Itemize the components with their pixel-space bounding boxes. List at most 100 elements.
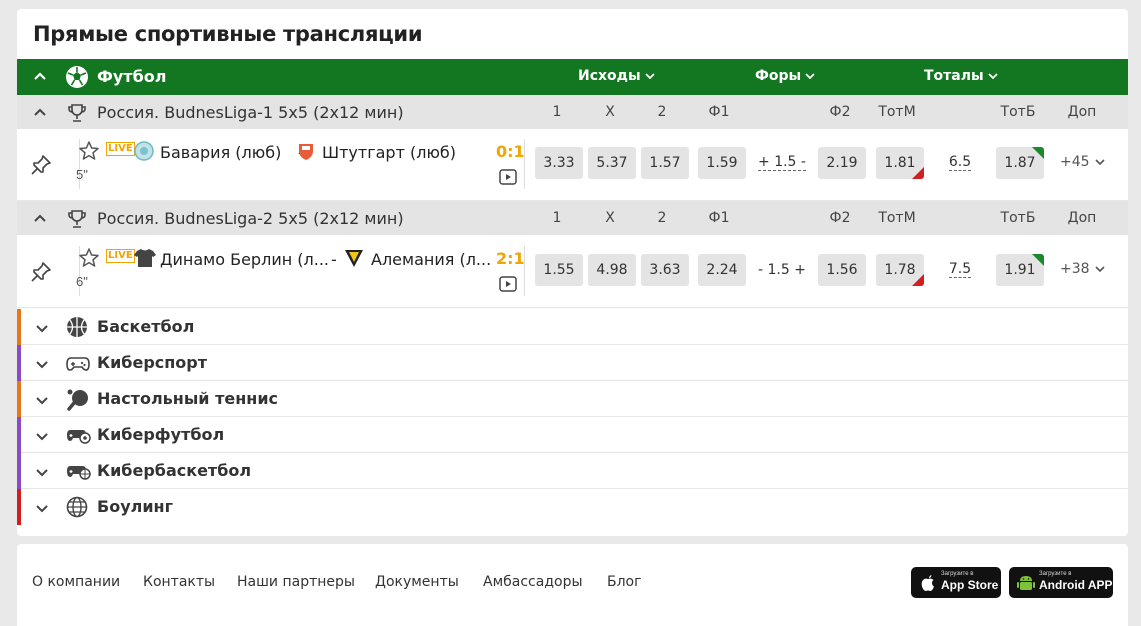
odd-totb[interactable]: 1.91: [996, 254, 1044, 286]
chevron-up-icon[interactable]: [31, 210, 49, 228]
chevron-down-icon[interactable]: [33, 499, 51, 517]
col-f1: Ф1: [708, 104, 730, 120]
footer-link-partners[interactable]: Наши партнеры: [237, 574, 355, 590]
chevron-down-icon: [805, 73, 815, 80]
league-header[interactable]: Россия. BudnesLiga-2 5x5 (2х12 мин) 1 X …: [17, 201, 1128, 235]
sport-name: Футбол: [97, 67, 167, 86]
pin-icon[interactable]: [29, 260, 53, 284]
odd-totm[interactable]: 1.78: [876, 254, 924, 286]
chevron-down-icon: [988, 73, 998, 80]
table-tennis-icon: [67, 389, 88, 411]
odd-x[interactable]: 4.98: [588, 254, 636, 286]
col-f2: Ф2: [829, 104, 851, 120]
category-color-bar: [17, 381, 21, 417]
dropdown-handicaps[interactable]: Форы: [755, 68, 816, 84]
footer-link-blog[interactable]: Блог: [607, 574, 641, 590]
col-1: 1: [552, 104, 562, 120]
chevron-down-icon[interactable]: [33, 463, 51, 481]
team1-name: Бавария (люб): [160, 143, 282, 162]
match-row[interactable]: LIVE Бавария (люб) - Штутгарт (люб) 5" 0…: [17, 129, 1128, 201]
live-panel: Прямые спортивные трансляции Футбол Исхо…: [17, 9, 1128, 536]
odd-f2[interactable]: 2.19: [818, 147, 866, 179]
dropdown-outcomes[interactable]: Исходы: [578, 68, 656, 84]
odd-totb[interactable]: 1.87: [996, 147, 1044, 179]
more-markets-button[interactable]: +38: [1060, 261, 1106, 277]
odd-f1[interactable]: 2.24: [698, 254, 746, 286]
match-score: 2:1: [496, 249, 525, 268]
odd-f2[interactable]: 1.56: [818, 254, 866, 286]
chevron-down-icon[interactable]: [33, 319, 51, 337]
col-f2: Ф2: [829, 210, 851, 226]
team-logo-icon: [134, 141, 154, 161]
category-name: Боулинг: [97, 497, 173, 516]
odd-2[interactable]: 3.63: [641, 254, 689, 286]
chevron-down-icon[interactable]: [33, 355, 51, 373]
category-color-bar: [17, 345, 21, 381]
footer-link-about[interactable]: О компании: [32, 574, 120, 590]
category-color-bar: [17, 453, 21, 489]
page-title: Прямые спортивные трансляции: [33, 22, 423, 46]
col-more: Доп: [1067, 104, 1097, 120]
category-table-tennis[interactable]: Настольный теннис: [17, 381, 1128, 417]
team1-name: Динамо Берлин (л...: [160, 250, 329, 269]
handicap-value: - 1.5 +: [758, 262, 806, 278]
pin-icon[interactable]: [29, 153, 53, 177]
total-value: 6.5: [948, 154, 972, 171]
category-name: Кибербаскетбол: [97, 461, 252, 480]
footer-link-ambassadors[interactable]: Амбассадоры: [483, 574, 583, 590]
chevron-down-icon[interactable]: [33, 391, 51, 409]
odds-up-indicator: [1032, 254, 1044, 266]
odd-f1[interactable]: 1.59: [698, 147, 746, 179]
match-row[interactable]: LIVE Динамо Берлин (л... - Алемания (л..…: [17, 236, 1128, 308]
category-bowling[interactable]: Боулинг: [17, 489, 1128, 525]
odd-totm[interactable]: 1.81: [876, 147, 924, 179]
odds-up-indicator: [1032, 147, 1044, 159]
team2-name: Алемания (л...: [371, 250, 492, 269]
dropdown-totals[interactable]: Тоталы: [924, 68, 999, 84]
odds-down-indicator: [912, 167, 924, 179]
col-x: X: [605, 210, 615, 226]
col-f1: Ф1: [708, 210, 730, 226]
league-header[interactable]: Россия. BudnesLiga-1 5x5 (2х12 мин) 1 X …: [17, 95, 1128, 129]
category-name: Киберфутбол: [97, 425, 225, 444]
chevron-down-icon[interactable]: [33, 427, 51, 445]
chevron-up-icon[interactable]: [31, 68, 49, 86]
category-cyberfootball[interactable]: Киберфутбол: [17, 417, 1128, 453]
app-store-label: App Store: [941, 578, 999, 592]
odd-1[interactable]: 1.55: [535, 254, 583, 286]
col-2: 2: [657, 104, 667, 120]
android-app-button[interactable]: Загрузите в Android APP: [1009, 567, 1113, 598]
video-icon[interactable]: [499, 276, 517, 292]
handicap-value: + 1.5 -: [758, 154, 806, 171]
chevron-up-icon[interactable]: [31, 104, 49, 122]
gamepad-icon: [66, 357, 90, 371]
category-name: Настольный теннис: [97, 389, 279, 408]
more-markets-button[interactable]: +45: [1060, 154, 1106, 170]
category-basketball[interactable]: Баскетбол: [17, 309, 1128, 345]
divider: [524, 139, 525, 189]
match-time: 6": [76, 274, 88, 289]
trophy-icon: [68, 104, 86, 122]
odd-1[interactable]: 3.33: [535, 147, 583, 179]
cyberbasketball-icon: [67, 466, 91, 480]
globe-icon: [66, 496, 88, 518]
sport-header-football[interactable]: Футбол Исходы Форы Тоталы: [17, 59, 1128, 95]
odd-2[interactable]: 1.57: [641, 147, 689, 179]
star-icon[interactable]: [77, 246, 101, 270]
footer-link-documents[interactable]: Документы: [375, 574, 459, 590]
app-store-button[interactable]: Загрузите в App Store: [911, 567, 1001, 598]
football-icon: [66, 66, 88, 88]
category-name: Баскетбол: [97, 317, 195, 336]
odd-x[interactable]: 5.37: [588, 147, 636, 179]
video-icon[interactable]: [499, 169, 517, 185]
star-icon[interactable]: [77, 139, 101, 163]
category-cyberbasketball[interactable]: Кибербаскетбол: [17, 453, 1128, 489]
live-badge: LIVE: [106, 249, 135, 263]
category-color-bar: [17, 417, 21, 453]
total-value: 7.5: [948, 261, 972, 278]
footer-link-contacts[interactable]: Контакты: [143, 574, 215, 590]
app-store-small-text: Загрузите в: [941, 571, 974, 577]
team-separator: -: [331, 250, 337, 269]
category-esports[interactable]: Киберспорт: [17, 345, 1128, 381]
jersey-icon: [134, 249, 156, 267]
